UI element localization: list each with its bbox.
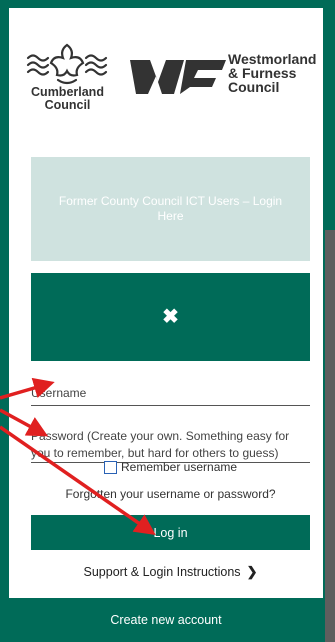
former-county-login-button[interactable]: Former County Council ICT Users – Login … [31,157,310,261]
checkbox-icon[interactable] [104,460,117,474]
westmorland-line2: & Furness [228,65,297,81]
support-instructions-link[interactable]: Support & Login Instructions ❯ [31,564,310,580]
westmorland-line3: Council [228,79,280,95]
chevron-right-icon: ❯ [246,564,258,579]
window-frame-left [0,0,9,642]
cumberland-logo: Cumberland Council [20,40,115,120]
login-button[interactable]: Log in [31,515,310,550]
login-button-label: Log in [153,525,188,540]
create-account-label: Create new account [110,613,222,627]
cumberland-line2: Council [44,98,91,112]
close-panel-button[interactable]: ✖ [31,273,310,361]
westmorland-furness-logo-icon [130,60,226,94]
remember-username-option[interactable]: Remember username [104,460,237,474]
logos-header: Cumberland Council Westmorland & Furness… [20,40,316,120]
remember-username-label: Remember username [121,460,238,474]
scrollbar-track[interactable] [325,230,335,642]
forgot-credentials-link[interactable]: Forgotten your username or password? [31,487,310,501]
close-icon[interactable]: ✖ [162,307,179,327]
create-account-button[interactable]: Create new account [9,598,323,642]
password-input[interactable]: Password (Create your own. Something eas… [31,428,310,463]
cumberland-emblem-icon [26,43,108,85]
westmorland-furness-name: Westmorland & Furness Council [228,52,316,94]
support-link-label: Support & Login Instructions [83,565,241,579]
window-frame-top [0,0,335,8]
former-county-login-label: Former County Council ICT Users – Login … [58,194,283,223]
westmorland-line1: Westmorland [228,51,317,67]
password-placeholder: Password (Create your own. Something eas… [31,429,290,460]
username-input[interactable] [31,383,310,406]
